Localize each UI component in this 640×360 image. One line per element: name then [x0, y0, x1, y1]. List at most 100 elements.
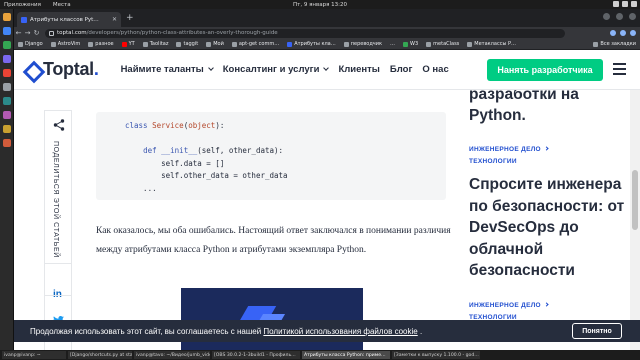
code-line: class Service(object): [125, 121, 225, 130]
bookmark-item[interactable]: W3 [403, 41, 418, 47]
bookmark-favicon-icon [231, 41, 237, 47]
reload-icon[interactable]: ↻ [32, 27, 41, 39]
power-icon[interactable] [631, 1, 637, 7]
window-controls [603, 13, 636, 20]
url-input[interactable]: toptal.com /developers/python/python-cla… [45, 28, 565, 38]
code-line: def __init__(self, other_data): [143, 146, 284, 155]
browser-tab-active[interactable]: Атрибуты классов Pyt… ✕ [17, 12, 121, 27]
article-paragraph: Как оказалось, мы оба ошибались. Настоящ… [96, 226, 451, 255]
code-block: class Service(object): def __init__(self… [96, 112, 446, 200]
scrollbar-thumb[interactable] [632, 170, 638, 230]
cookie-policy-link[interactable]: Политикой использования файлов cookie [263, 327, 417, 336]
divider [45, 295, 71, 296]
bookmark-item[interactable]: Django [18, 41, 43, 47]
share-label: ПОДЕЛИТЬСЯ ЭТОЙ СТАТЬЕЙ [52, 141, 59, 258]
bookmark-item[interactable]: Атрибуты кла… [287, 41, 336, 47]
tab-close-icon[interactable]: ✕ [112, 16, 117, 23]
bookmark-favicon-icon [18, 41, 23, 47]
bookmark-item[interactable]: apt-get comm… [231, 41, 279, 47]
folder-icon [593, 41, 599, 47]
nav-hire-talent[interactable]: Наймите таланты [121, 64, 214, 75]
site-header: Toptal. Наймите таланты Консалтинг и усл… [14, 50, 640, 90]
bookmark-favicon-icon [142, 41, 148, 47]
extension-icon[interactable] [620, 30, 626, 36]
maximize-icon[interactable] [616, 13, 623, 20]
browser-icon[interactable] [2, 27, 11, 35]
nav-about[interactable]: О нас [422, 64, 448, 75]
chevron-down-icon [207, 65, 214, 71]
new-tab-icon[interactable]: + [126, 13, 134, 23]
code-line: ... [125, 183, 157, 193]
page-scrollbar[interactable] [630, 90, 640, 350]
hire-developer-button[interactable]: Наняτь разработчика [487, 59, 603, 81]
os-top-bar: Приложения Места Пт, 9 января 13:20 [0, 0, 640, 9]
taskbar-item[interactable]: [Django/shortcuts.py at sta… [68, 351, 132, 359]
share-icon[interactable] [53, 119, 65, 131]
taskbar-item[interactable]: ivanp@tavo: ~/Видео/jumb_video [134, 351, 210, 359]
taskbar-item[interactable]: Атрибуты класса Python: приме… [302, 351, 390, 359]
url-host: toptal.com [57, 30, 87, 36]
forward-icon[interactable]: → [23, 27, 32, 39]
nav-clients[interactable]: Клиенты [338, 64, 379, 75]
tag-engineering[interactable]: ИНЖЕНЕРНОЕ ДЕЛО [469, 302, 549, 309]
article-page: ПОДЕЛИТЬСЯ ЭТОЙ СТАТЬЕЙ in class Service… [14, 90, 630, 350]
folder-icon [206, 41, 212, 47]
hamburger-menu-icon[interactable] [613, 62, 626, 76]
tag-engineering[interactable]: ИНЖЕНЕРНОЕ ДЕЛО [469, 146, 549, 153]
cookie-text: Продолжая использовать этот сайт, вы сог… [30, 326, 423, 336]
close-window-icon[interactable] [629, 13, 636, 20]
chevron-right-icon [544, 146, 549, 151]
bookmark-item[interactable]: разное [88, 41, 114, 47]
chevron-right-icon [544, 302, 549, 307]
terminal-icon[interactable] [2, 41, 11, 49]
bookmark-favicon-icon [50, 41, 56, 47]
logo-text: Toptal [43, 59, 94, 79]
minimize-icon[interactable] [603, 13, 610, 20]
settings-icon[interactable] [2, 83, 11, 91]
youtube-icon [121, 41, 127, 47]
address-toolbar: ← → ↻ toptal.com /developers/python/pyth… [14, 27, 640, 39]
other-bookmarks[interactable]: Все закладки [593, 41, 636, 47]
app-icon-5[interactable] [2, 139, 11, 147]
taskbar-item[interactable]: [OBS 30.0.2-1-3build1 - Профиль… [212, 351, 300, 359]
bookmark-favicon-icon [467, 41, 473, 47]
bookmark-item[interactable]: metaClass [426, 41, 459, 47]
files-icon[interactable] [2, 13, 11, 21]
bookmarks-bar: Django AstroVim разное YT Taolitaz taggi… [14, 39, 640, 50]
bookmark-item[interactable]: YT [121, 41, 135, 47]
bookmark-favicon-icon [426, 41, 432, 47]
app-icon[interactable] [2, 69, 11, 77]
related-article-title-top[interactable]: разработки на Python. [469, 90, 629, 126]
network-icon[interactable] [613, 1, 619, 7]
tag-technology[interactable]: ТЕХНОЛОГИИ [469, 158, 517, 165]
system-clock[interactable]: Пт, 9 января 13:20 [0, 2, 640, 8]
app-icon-4[interactable] [2, 125, 11, 133]
app-icon-2[interactable] [2, 97, 11, 105]
lock-icon[interactable] [49, 30, 54, 36]
back-icon[interactable]: ← [14, 27, 23, 39]
nav-blog[interactable]: Блог [390, 64, 413, 75]
bookmark-item[interactable]: AstroVim [50, 41, 80, 47]
bookmark-item[interactable]: Мой [206, 41, 224, 47]
bookmark-star-icon[interactable] [610, 30, 616, 36]
nav-consulting[interactable]: Консалтинг и услуги [223, 64, 330, 75]
bookmark-item[interactable]: Taolitaz [142, 41, 168, 47]
taskbar-item[interactable]: [Заметки к выпуску 1.100.0 - god… [392, 351, 480, 359]
translate-icon [343, 41, 349, 47]
related-article-title[interactable]: Спросите инженера по безопасности: от De… [469, 174, 629, 282]
main-nav: Наймите таланты Консалтинг и услуги Клие… [121, 64, 449, 75]
bookmark-item[interactable]: переводчик [343, 41, 382, 47]
cookie-accept-button[interactable]: Понятно [572, 323, 622, 339]
volume-icon[interactable] [622, 1, 628, 7]
system-tray [613, 1, 637, 7]
bookmark-item[interactable]: … [390, 41, 395, 47]
toptal-logo-icon [24, 62, 40, 78]
taskbar-item[interactable]: ivanp@ivanp: ~ [2, 351, 66, 359]
bookmark-item[interactable]: taggit [176, 41, 198, 47]
bookmark-item[interactable]: Метаклассы Р… [467, 41, 516, 47]
taskbar: ivanp@ivanp: ~ [Django/shortcuts.py at s… [0, 350, 640, 360]
app-icon-3[interactable] [2, 111, 11, 119]
profile-icon[interactable] [630, 30, 636, 36]
toptal-logo[interactable]: Toptal. [24, 59, 99, 80]
editor-icon[interactable] [2, 55, 11, 63]
